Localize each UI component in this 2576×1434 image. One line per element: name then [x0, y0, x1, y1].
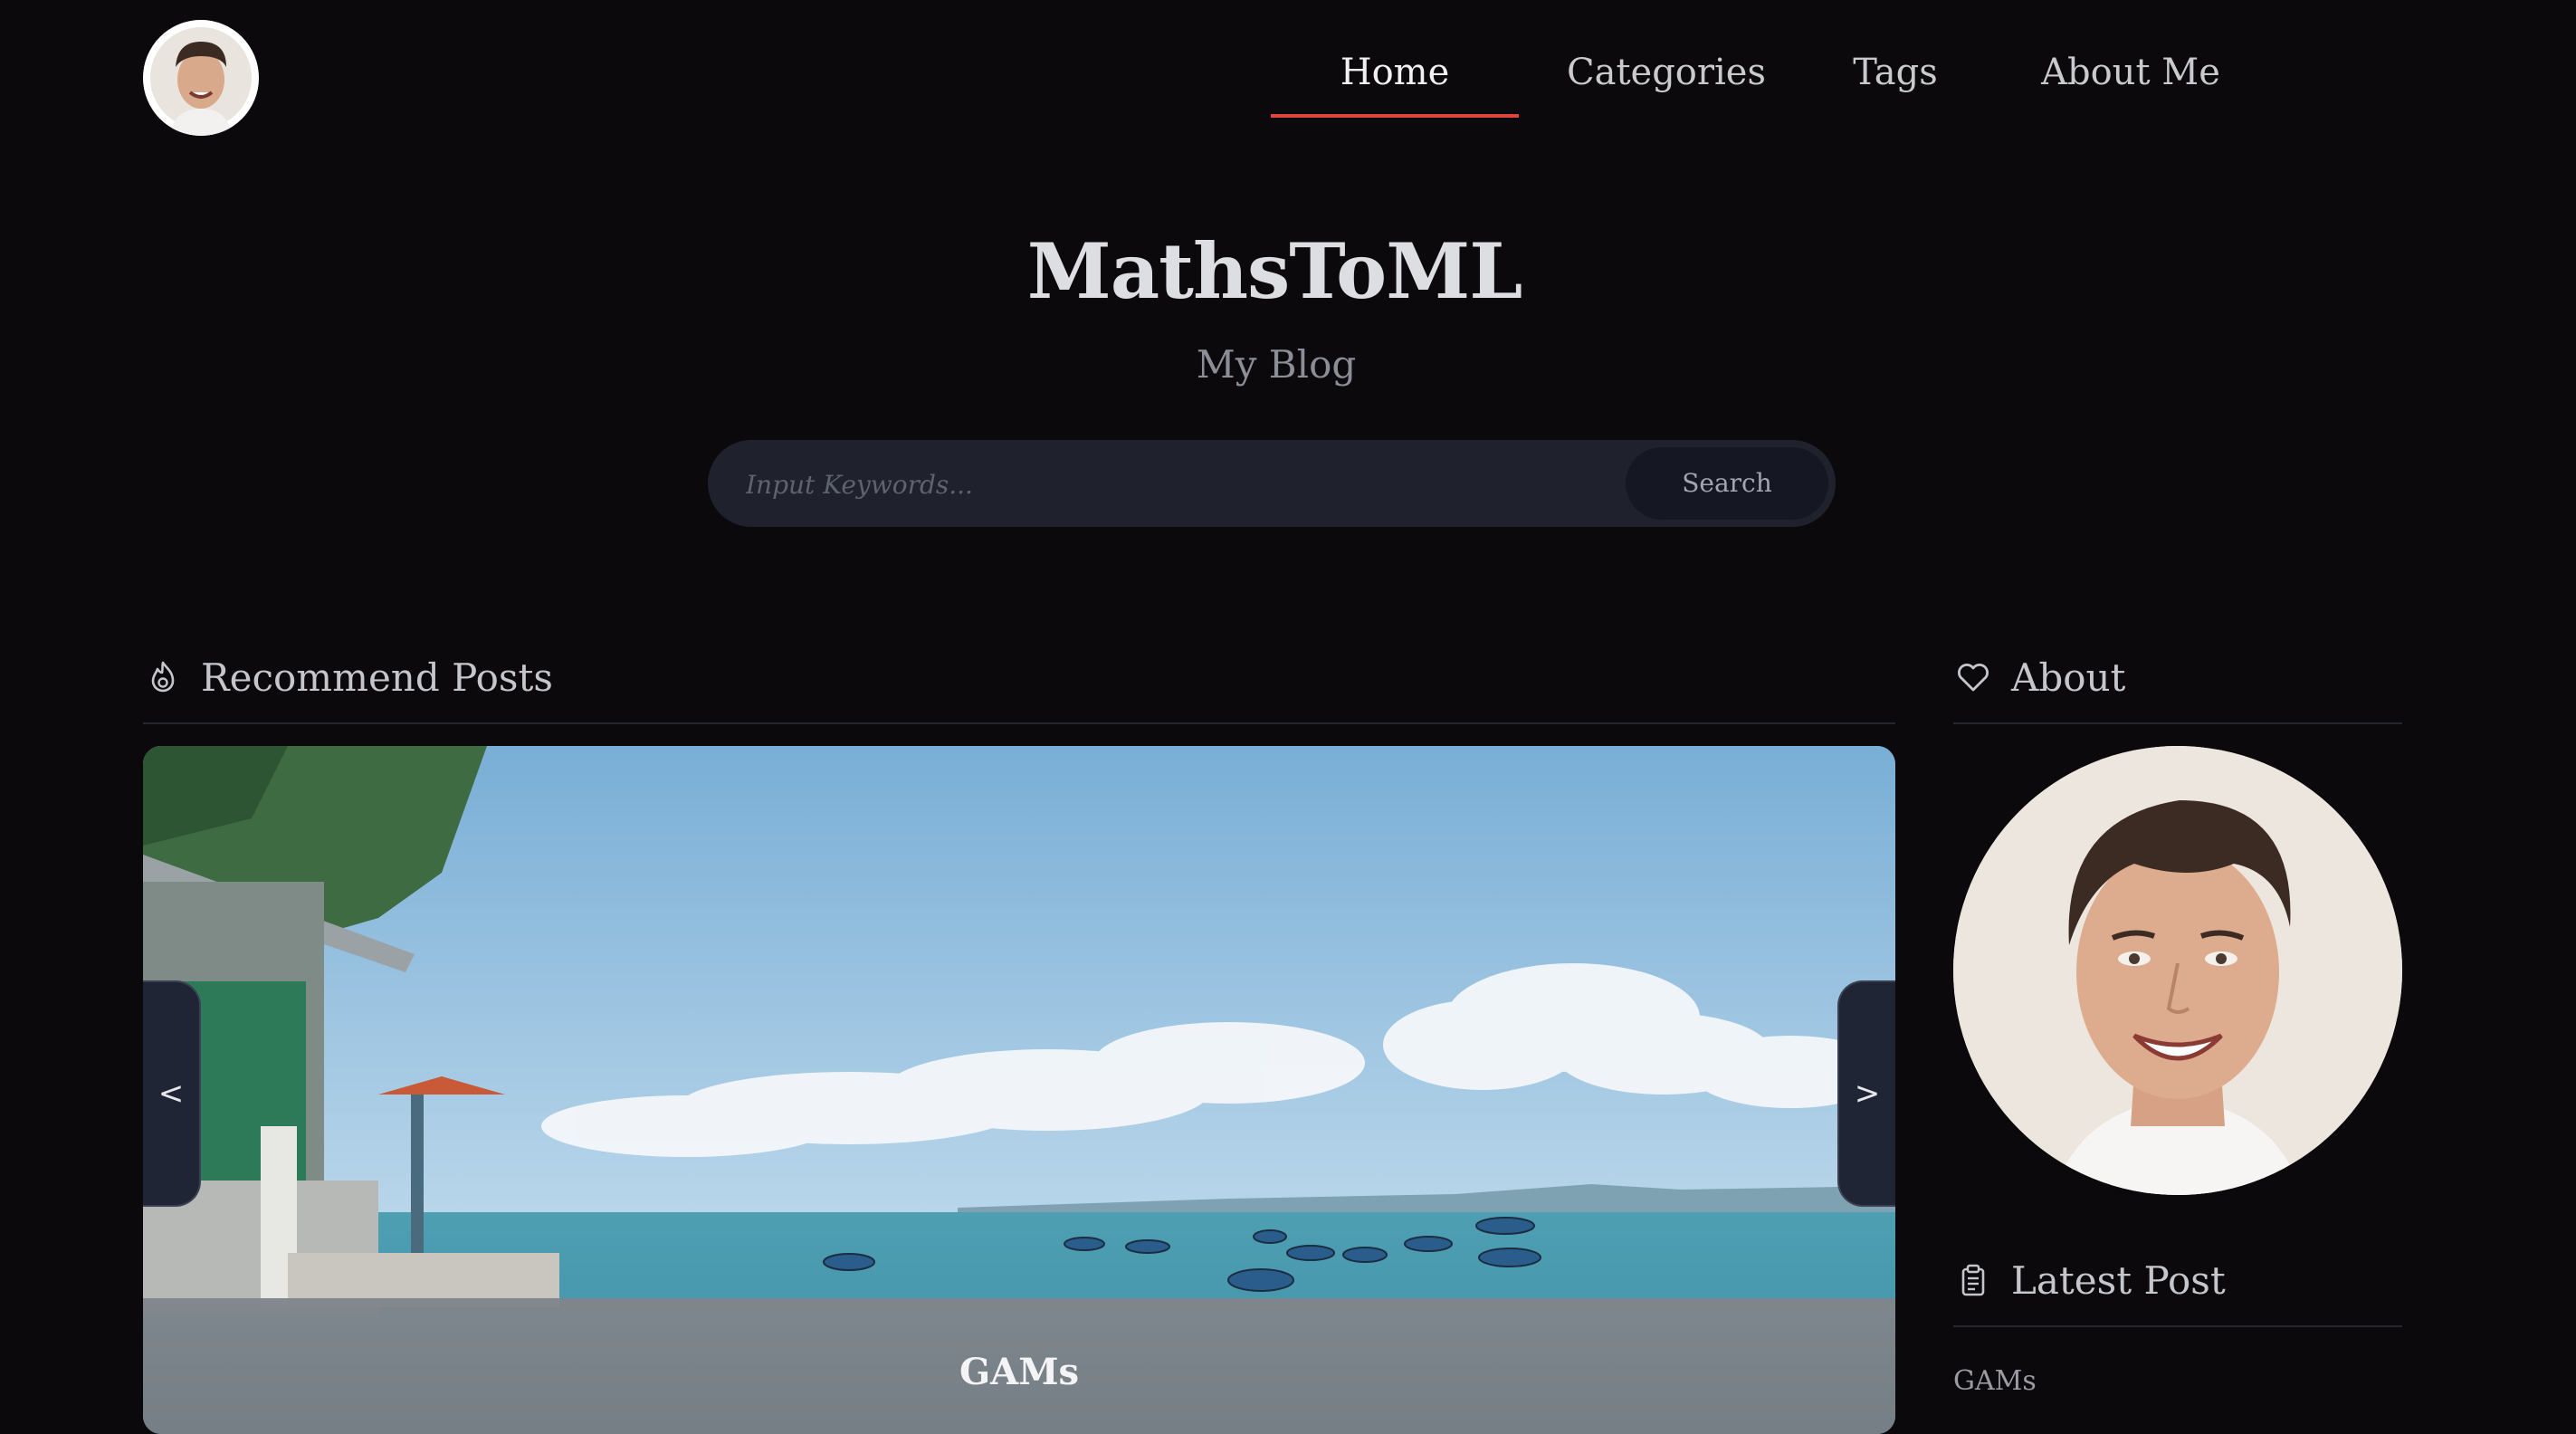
carousel-post-title[interactable]: GAMs	[143, 1298, 1895, 1434]
heart-icon	[1953, 657, 1993, 697]
carousel-prev-button[interactable]: <	[143, 980, 201, 1207]
post-carousel[interactable]: GAMs	[143, 746, 1895, 1434]
site-subtitle: My Blog	[1196, 342, 1357, 387]
nav-categories-label: Categories	[1567, 52, 1766, 93]
nav-about-me-label: About Me	[2041, 52, 2220, 93]
nav-tags-label: Tags	[1853, 52, 1938, 93]
nav-categories[interactable]: Categories	[1519, 36, 1814, 109]
site-header: Home Categories Tags About Me	[0, 0, 2576, 145]
nav-tags[interactable]: Tags	[1814, 36, 1977, 109]
carousel-caption[interactable]: GAMs	[143, 1298, 1895, 1434]
about-title: About	[2011, 655, 2126, 700]
latest-post-heading: Latest Post	[1953, 1253, 2402, 1327]
header-avatar[interactable]	[143, 20, 259, 136]
search-input[interactable]	[744, 440, 1399, 529]
about-portrait	[1953, 746, 2402, 1195]
search-button[interactable]: Search	[1626, 447, 1828, 520]
fire-icon	[143, 657, 183, 697]
nav-about-me[interactable]: About Me	[1977, 36, 2285, 109]
nav-home-label: Home	[1340, 52, 1450, 93]
main-nav: Home Categories Tags About Me	[1271, 36, 2285, 120]
carousel-next-button[interactable]: >	[1837, 980, 1895, 1207]
site-title: MathsToML	[1026, 226, 1523, 316]
clipboard-icon	[1953, 1260, 1993, 1300]
about-heading: About	[1953, 650, 2402, 724]
portrait-image	[1953, 746, 2402, 1195]
recommend-posts-heading: Recommend Posts	[143, 650, 1895, 724]
latest-post-link[interactable]: GAMs	[1953, 1365, 2037, 1397]
latest-post-title: Latest Post	[2011, 1257, 2226, 1303]
nav-home[interactable]: Home	[1271, 36, 1519, 118]
search-bar: Search	[708, 440, 1836, 529]
avatar-image	[143, 20, 259, 136]
recommend-posts-title: Recommend Posts	[201, 655, 553, 700]
nav-active-indicator	[1271, 114, 1519, 118]
